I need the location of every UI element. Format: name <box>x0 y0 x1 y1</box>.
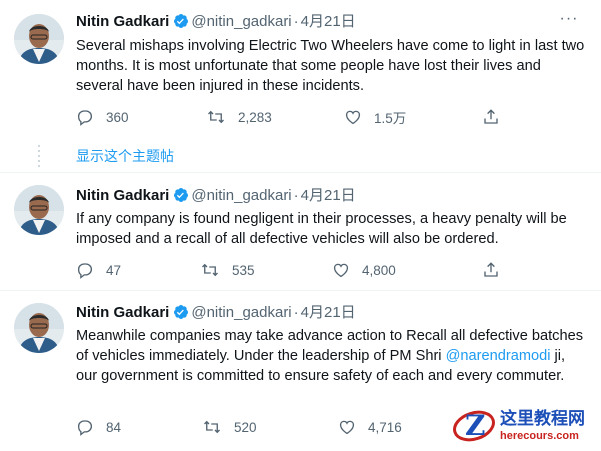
like-icon <box>339 420 355 435</box>
tweet-date[interactable]: 4月21日 <box>301 304 356 321</box>
verified-badge-icon <box>173 304 189 326</box>
author-name[interactable]: Nitin Gadkari <box>76 304 169 321</box>
like-icon <box>333 263 349 278</box>
divider <box>0 172 601 173</box>
reply-button[interactable]: 360 <box>76 106 129 128</box>
like-button[interactable]: 4,800 <box>332 259 396 281</box>
reply-count: 360 <box>106 109 129 125</box>
tweet-text: Several mishaps involving Electric Two W… <box>76 38 585 94</box>
retweet-count: 535 <box>232 262 255 278</box>
avatar[interactable] <box>14 185 64 235</box>
avatar[interactable] <box>14 14 64 64</box>
tweet-header: Nitin Gadkari @nitin_gadkari · 4月21日 <box>76 303 356 323</box>
tweet-header: Nitin Gadkari @nitin_gadkari · 4月21日 <box>76 12 356 32</box>
retweet-icon <box>208 110 224 124</box>
tweet-actions: 47 535 4,800 <box>76 259 576 281</box>
watermark-title: 这里教程网 <box>500 408 585 429</box>
avatar[interactable] <box>14 303 64 353</box>
reply-button[interactable]: 84 <box>76 416 121 438</box>
thread-connector <box>38 145 40 167</box>
reply-icon <box>77 420 93 436</box>
share-button[interactable] <box>482 259 512 281</box>
retweet-count: 520 <box>234 419 257 435</box>
separator: · <box>293 187 299 204</box>
share-icon <box>484 109 498 124</box>
tweet-date[interactable]: 4月21日 <box>301 187 356 204</box>
separator: · <box>293 13 299 30</box>
reply-button[interactable]: 47 <box>76 259 121 281</box>
show-thread-link[interactable]: 显示这个主题帖 <box>76 147 174 165</box>
watermark-logo: Z <box>452 406 496 446</box>
mention-link[interactable]: @narendramodi <box>446 348 551 364</box>
like-button[interactable]: 1.5万 <box>344 106 406 128</box>
divider <box>0 290 601 291</box>
reply-icon <box>77 263 93 279</box>
like-count: 4,716 <box>368 419 402 435</box>
more-icon[interactable]: ··· <box>557 11 581 32</box>
watermark-subtitle: herecours.com <box>500 429 579 442</box>
like-count: 1.5万 <box>374 111 407 126</box>
author-handle[interactable]: @nitin_gadkari <box>191 304 291 321</box>
verified-badge-icon <box>173 187 189 209</box>
retweet-button[interactable]: 2,283 <box>206 106 272 128</box>
reply-icon <box>77 110 93 126</box>
verified-badge-icon <box>173 13 189 35</box>
author-handle[interactable]: @nitin_gadkari <box>191 13 291 30</box>
author-name[interactable]: Nitin Gadkari <box>76 13 169 30</box>
retweet-count: 2,283 <box>238 109 272 125</box>
separator: · <box>293 304 299 321</box>
share-icon <box>484 262 498 277</box>
tweet-date[interactable]: 4月21日 <box>301 13 356 30</box>
reply-count: 47 <box>106 262 122 278</box>
retweet-button[interactable]: 535 <box>200 259 255 281</box>
watermark: Z 这里教程网 herecours.com <box>452 404 598 448</box>
author-name[interactable]: Nitin Gadkari <box>76 187 169 204</box>
tweet-text: If any company is found negligent in the… <box>76 211 567 247</box>
like-count: 4,800 <box>362 262 396 278</box>
like-button[interactable]: 4,716 <box>338 416 402 438</box>
svg-text:Z: Z <box>465 409 485 442</box>
tweet-text: Meanwhile companies may take advance act… <box>76 326 586 386</box>
like-icon <box>345 110 361 125</box>
retweet-icon <box>202 263 218 277</box>
retweet-button[interactable]: 520 <box>202 416 257 438</box>
author-handle[interactable]: @nitin_gadkari <box>191 187 291 204</box>
share-button[interactable] <box>482 106 512 128</box>
retweet-icon <box>204 420 220 434</box>
tweet-actions: 360 2,283 1.5万 <box>76 106 576 128</box>
reply-count: 84 <box>106 419 122 435</box>
tweet-header: Nitin Gadkari @nitin_gadkari · 4月21日 <box>76 186 356 206</box>
